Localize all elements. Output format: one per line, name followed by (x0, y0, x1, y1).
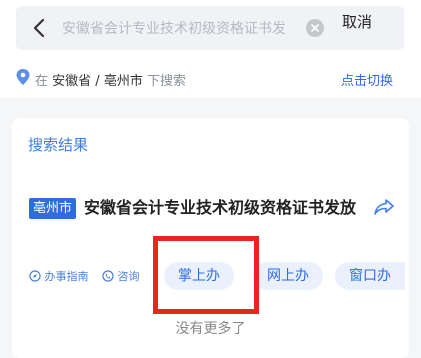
location-prefix: 在 (35, 74, 49, 89)
compass-icon (29, 270, 41, 283)
guide-label: 办事指南 (44, 270, 89, 283)
location-text: 在 安徽省 / 亳州市 下搜索 (35, 70, 186, 89)
location-row: 在 安徽省 / 亳州市 下搜索 点击切换 (0, 58, 421, 98)
online-handle-button[interactable]: 网上办 (253, 262, 323, 290)
consult-label: 咨询 (117, 270, 140, 283)
location-suffix: 下搜索 (146, 74, 186, 89)
no-more-text: 没有更多了 (175, 321, 246, 337)
search-bar: 安徽省会计专业技术初级资格证书发 取消 (0, 0, 421, 58)
city-tag: 亳州市 (29, 198, 77, 219)
result-item-title[interactable]: 安徽省会计专业技术初级资格证书发放 (29, 196, 364, 220)
location-province: 安徽省 (52, 74, 92, 89)
location-pin-icon (16, 69, 30, 85)
highlight-box (153, 236, 259, 314)
share-icon[interactable] (374, 198, 394, 216)
search-input[interactable]: 安徽省会计专业技术初级资格证书发 (62, 18, 302, 38)
location-separator: / (91, 74, 104, 89)
cancel-button[interactable]: 取消 (342, 11, 372, 33)
counter-handle-button[interactable]: 窗口办 (335, 262, 405, 290)
clear-icon[interactable] (306, 19, 324, 37)
switch-location-link[interactable]: 点击切换 (341, 70, 393, 89)
results-section-title: 搜索结果 (28, 136, 89, 154)
guide-link[interactable]: 办事指南 (29, 268, 89, 284)
consult-link[interactable]: 咨询 (102, 268, 140, 284)
phone-icon (102, 270, 114, 283)
location-city: 亳州市 (103, 74, 143, 89)
back-icon[interactable] (28, 16, 52, 40)
